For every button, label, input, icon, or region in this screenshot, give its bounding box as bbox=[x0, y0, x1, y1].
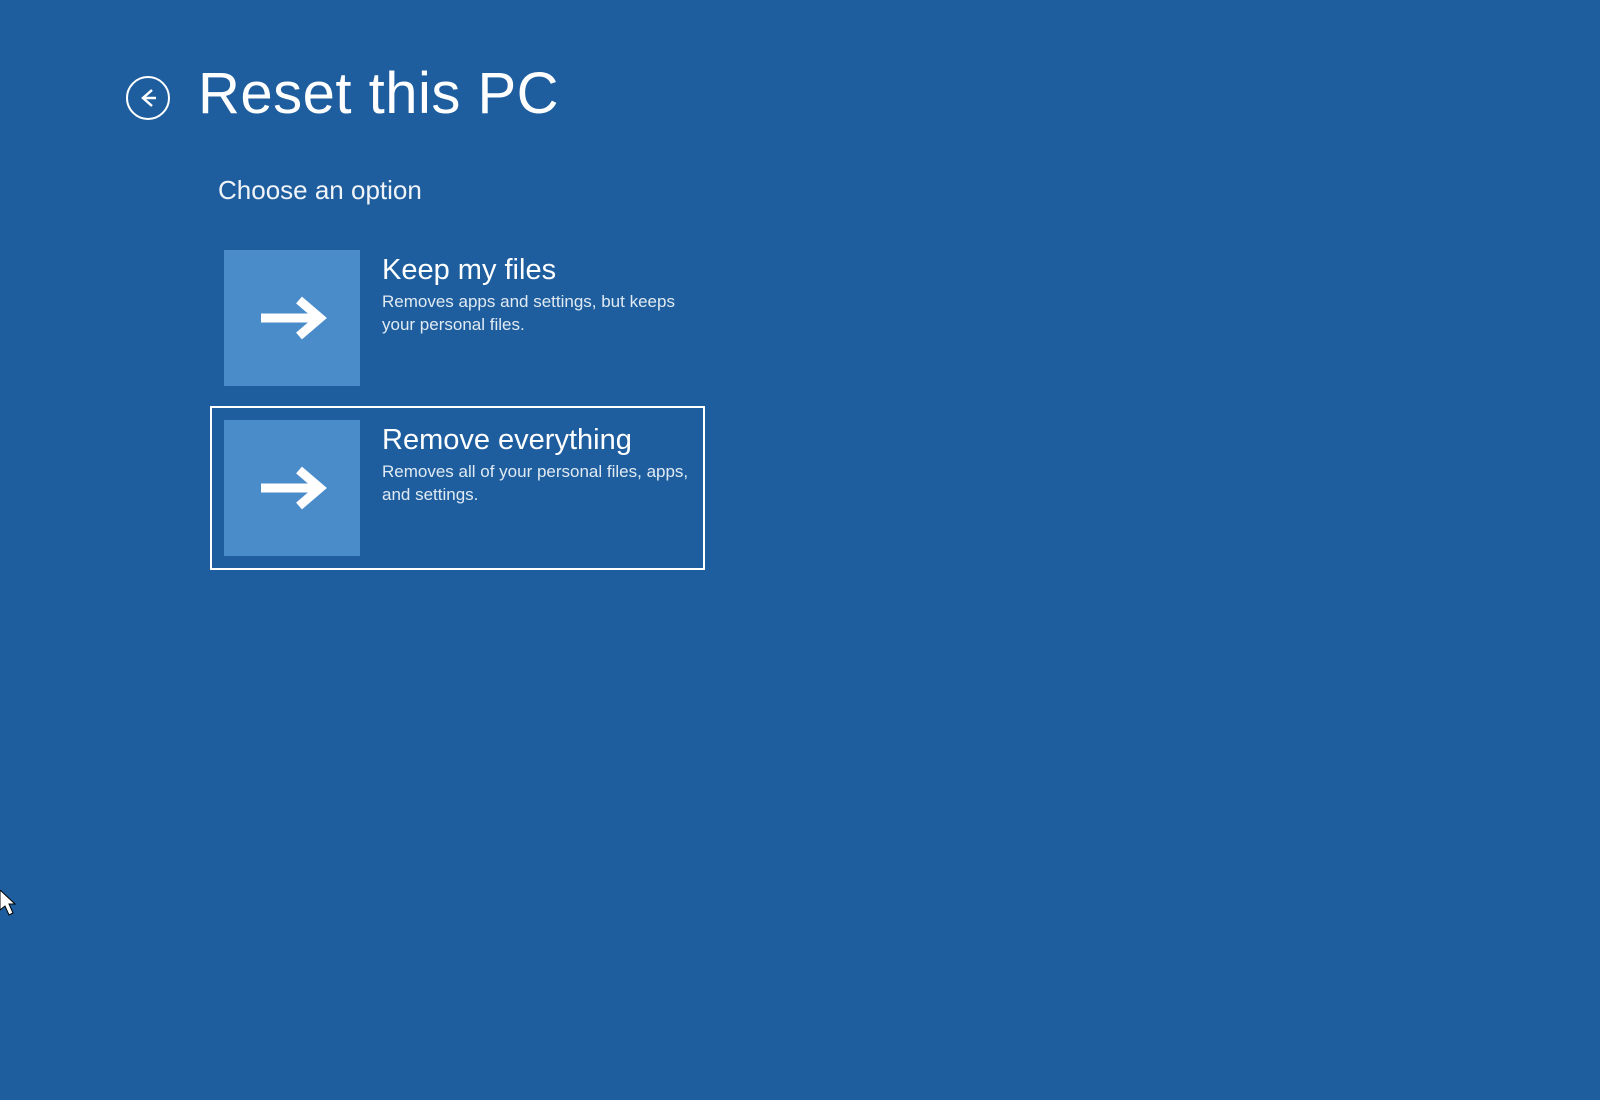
page-header: Reset this PC bbox=[0, 0, 1600, 127]
option-text: Remove everything Removes all of your pe… bbox=[382, 420, 691, 507]
options-list: Keep my files Removes apps and settings,… bbox=[0, 236, 1600, 570]
page-title: Reset this PC bbox=[198, 60, 559, 127]
option-text: Keep my files Removes apps and settings,… bbox=[382, 250, 691, 337]
option-keep-my-files[interactable]: Keep my files Removes apps and settings,… bbox=[210, 236, 705, 400]
arrow-right-icon bbox=[224, 250, 360, 386]
back-button[interactable] bbox=[126, 76, 170, 120]
back-arrow-icon bbox=[136, 86, 160, 110]
option-description: Removes apps and settings, but keeps you… bbox=[382, 291, 691, 337]
subtitle: Choose an option bbox=[0, 175, 1600, 206]
mouse-cursor-icon bbox=[0, 890, 20, 918]
option-remove-everything[interactable]: Remove everything Removes all of your pe… bbox=[210, 406, 705, 570]
option-description: Removes all of your personal files, apps… bbox=[382, 461, 691, 507]
arrow-right-icon bbox=[224, 420, 360, 556]
option-title: Remove everything bbox=[382, 424, 691, 457]
option-title: Keep my files bbox=[382, 254, 691, 287]
